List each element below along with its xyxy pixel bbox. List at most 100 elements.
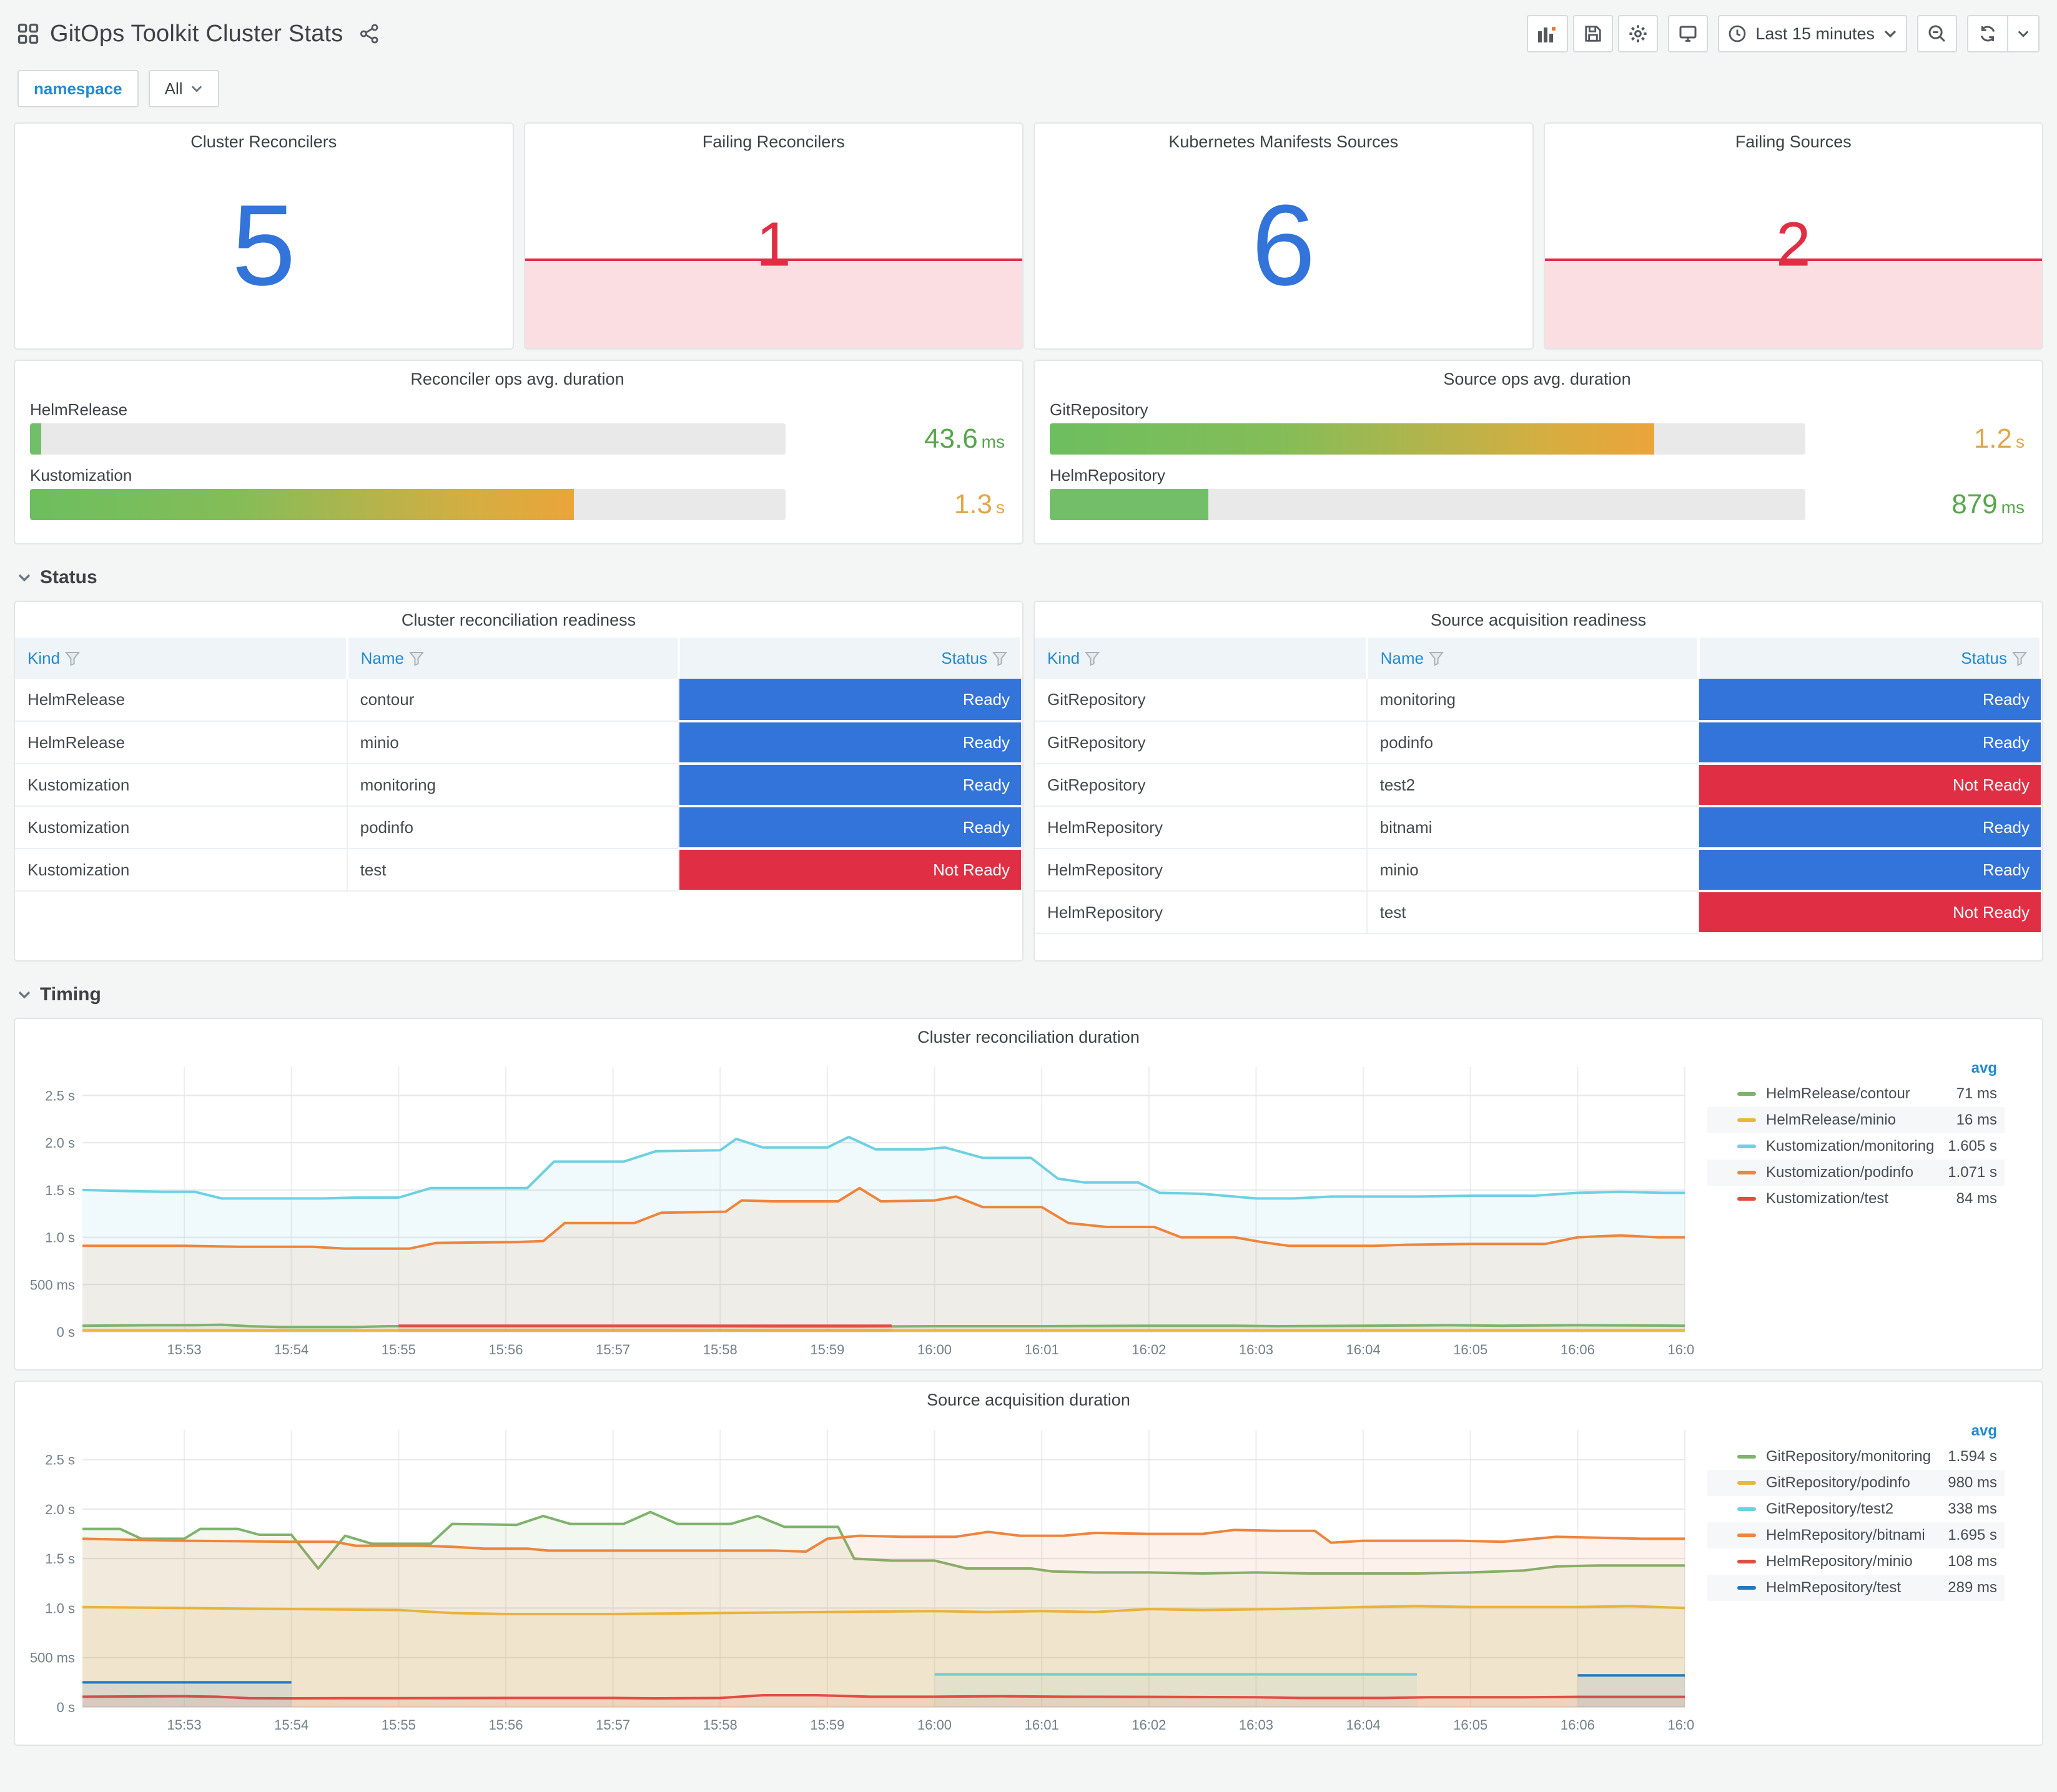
legend-series-name: HelmRelease/contour bbox=[1766, 1085, 1910, 1102]
cell-name: test2 bbox=[1366, 764, 1700, 807]
bar-gauge-title: Reconciler ops avg. duration bbox=[410, 370, 624, 388]
chevron-down-icon bbox=[190, 84, 203, 93]
share-icon[interactable] bbox=[360, 24, 380, 44]
legend-series-swatch bbox=[1737, 1507, 1756, 1511]
bar-gauge-value: 43.6 ms bbox=[924, 423, 1005, 454]
legend-item[interactable]: Kustomization/podinfo 1.071 s bbox=[1707, 1159, 2005, 1186]
save-dashboard-button[interactable] bbox=[1573, 15, 1614, 52]
row-header-timing[interactable]: Timing bbox=[14, 972, 2043, 1018]
time-range-picker[interactable]: Last 15 minutes bbox=[1718, 15, 1907, 52]
legend-item[interactable]: HelmRepository/test 289 ms bbox=[1707, 1575, 2005, 1601]
dashboard-settings-button[interactable] bbox=[1618, 15, 1659, 52]
svg-text:16:01: 16:01 bbox=[1025, 1342, 1059, 1357]
legend-avg-header[interactable]: avg bbox=[1707, 1420, 2005, 1444]
refresh-button[interactable] bbox=[1967, 15, 2007, 52]
stat-panel: Failing Reconcilers 1 bbox=[523, 122, 1024, 350]
svg-text:500 ms: 500 ms bbox=[30, 1277, 75, 1292]
cell-kind: GitRepository bbox=[1035, 764, 1368, 807]
svg-text:500 ms: 500 ms bbox=[30, 1650, 75, 1666]
cycle-view-mode-button[interactable] bbox=[1668, 15, 1709, 52]
stat-value: 2 bbox=[1775, 209, 1811, 280]
zoom-out-button[interactable] bbox=[1917, 15, 1957, 52]
legend-series-swatch bbox=[1737, 1586, 1756, 1590]
legend-series-name: HelmRepository/minio bbox=[1766, 1553, 1913, 1570]
cell-kind: GitRepository bbox=[1035, 721, 1368, 764]
legend-series-swatch bbox=[1737, 1171, 1756, 1174]
cell-status: Not Ready bbox=[1699, 764, 2041, 807]
svg-text:15:54: 15:54 bbox=[274, 1342, 308, 1357]
legend-series-name: GitRepository/test2 bbox=[1766, 1500, 1894, 1517]
cell-status: Ready bbox=[679, 764, 1021, 807]
legend-item[interactable]: Kustomization/test 84 ms bbox=[1707, 1186, 2005, 1212]
cell-name: podinfo bbox=[1366, 721, 1700, 764]
table-row: Kustomization test Not Ready bbox=[15, 849, 1021, 892]
refresh-interval-dropdown[interactable] bbox=[2007, 15, 2040, 52]
cell-status: Ready bbox=[679, 806, 1021, 850]
bar-gauge-fill bbox=[1050, 423, 1654, 455]
cell-name: monitoring bbox=[347, 764, 680, 807]
chart-row-2: Source acquisition duration 15:53 15:54 15:… bbox=[14, 1381, 2043, 1746]
bar-gauge-label: Kustomization bbox=[30, 466, 132, 485]
cell-kind: Kustomization bbox=[15, 849, 348, 892]
variable-namespace-value-dropdown[interactable]: All bbox=[148, 70, 219, 107]
legend-series-name: Kustomization/monitoring bbox=[1766, 1138, 1935, 1154]
legend-item[interactable]: HelmRelease/contour 71 ms bbox=[1707, 1081, 2005, 1107]
bar-gauge-fill bbox=[30, 489, 575, 520]
stat-panels-row: Cluster Reconcilers 5 Failing Reconcilers 1… bbox=[14, 122, 2043, 350]
svg-text:16:00: 16:00 bbox=[917, 1717, 952, 1733]
svg-text:0 s: 0 s bbox=[57, 1324, 75, 1340]
stat-value: 6 bbox=[1251, 180, 1316, 310]
legend-series-swatch bbox=[1737, 1197, 1756, 1201]
bar-gauge-panel: Reconciler ops avg. duration HelmRelease 4… bbox=[14, 360, 1024, 544]
legend-item[interactable]: GitRepository/test2 338 ms bbox=[1707, 1496, 2005, 1522]
column-header-name[interactable]: Name bbox=[1366, 638, 1700, 679]
svg-text:15:58: 15:58 bbox=[703, 1342, 737, 1357]
svg-text:16:06: 16:06 bbox=[1561, 1342, 1595, 1357]
zoom-out-icon bbox=[1927, 24, 1947, 44]
chart-title: Source acquisition duration bbox=[927, 1391, 1130, 1409]
bar-gauge-fill bbox=[30, 423, 42, 455]
bar-gauge-panel: Source ops avg. duration GitRepository 1.2… bbox=[1033, 360, 2043, 544]
svg-text:16:00: 16:00 bbox=[917, 1342, 952, 1357]
clock-icon bbox=[1728, 24, 1747, 43]
svg-text:15:55: 15:55 bbox=[382, 1342, 416, 1357]
dashboard-grid-icon[interactable] bbox=[17, 23, 39, 44]
svg-text:1.5 s: 1.5 s bbox=[45, 1183, 75, 1198]
bar-gauge-track bbox=[30, 423, 786, 455]
legend-item[interactable]: HelmRelease/minio 16 ms bbox=[1707, 1107, 2005, 1133]
chart-plot[interactable]: 15:53 15:54 15:55 15:56 15:57 15:58 15:59 16:00… bbox=[20, 1050, 1695, 1364]
cell-status: Ready bbox=[1699, 806, 2041, 850]
table-title: Source acquisition readiness bbox=[1430, 611, 1647, 629]
legend-item[interactable]: HelmRepository/minio 108 ms bbox=[1707, 1548, 2005, 1575]
column-header-kind[interactable]: Kind bbox=[15, 638, 348, 679]
legend-series-name: GitRepository/podinfo bbox=[1766, 1474, 1910, 1491]
column-header-kind[interactable]: Kind bbox=[1035, 638, 1368, 679]
chart-plot[interactable]: 15:53 15:54 15:55 15:56 15:57 15:58 15:59 16:00… bbox=[20, 1412, 1695, 1740]
column-header-status[interactable]: Status bbox=[679, 638, 1022, 679]
svg-text:15:57: 15:57 bbox=[596, 1717, 630, 1733]
row-header-status[interactable]: Status bbox=[14, 554, 2043, 601]
add-panel-button[interactable] bbox=[1527, 15, 1569, 52]
legend-item[interactable]: GitRepository/monitoring 1.594 s bbox=[1707, 1444, 2005, 1470]
svg-text:16:03: 16:03 bbox=[1239, 1342, 1273, 1357]
cell-name: monitoring bbox=[1366, 679, 1700, 722]
column-header-name[interactable]: Name bbox=[347, 638, 681, 679]
legend-item[interactable]: Kustomization/monitoring 1.605 s bbox=[1707, 1133, 2005, 1159]
legend-item[interactable]: HelmRepository/bitnami 1.695 s bbox=[1707, 1522, 2005, 1548]
legend-series-avg: 1.695 s bbox=[1948, 1527, 1997, 1543]
chart-panel: Source acquisition duration 15:53 15:54 15:… bbox=[14, 1381, 2043, 1746]
bar-gauge-label: HelmRelease bbox=[30, 400, 128, 419]
table-panel: Cluster reconciliation readiness Kind Name… bbox=[14, 601, 1024, 962]
legend-series-avg: 289 ms bbox=[1948, 1579, 1997, 1596]
svg-text:1.0 s: 1.0 s bbox=[45, 1600, 75, 1616]
svg-text:16:07: 16:07 bbox=[1667, 1342, 1695, 1357]
dashboard-toolbar: Last 15 minutes bbox=[1527, 15, 2040, 52]
cell-status: Not Ready bbox=[679, 849, 1021, 892]
legend-avg-header[interactable]: avg bbox=[1707, 1057, 2005, 1081]
column-header-status[interactable]: Status bbox=[1699, 638, 2042, 679]
page-title: GitOps Toolkit Cluster Stats bbox=[50, 20, 343, 47]
legend-series-name: GitRepository/monitoring bbox=[1766, 1448, 1931, 1465]
stat-panel-title: Failing Sources bbox=[1735, 132, 1852, 151]
legend-item[interactable]: GitRepository/podinfo 980 ms bbox=[1707, 1470, 2005, 1496]
variable-namespace-label[interactable]: namespace bbox=[17, 70, 139, 107]
